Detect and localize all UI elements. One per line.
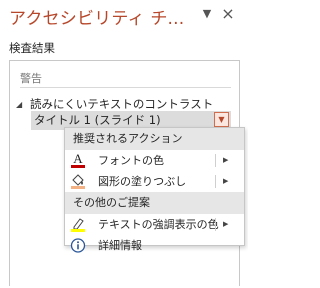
highlight-color-icon xyxy=(71,218,85,232)
menu-item-label: フォントの色 xyxy=(98,154,164,167)
menu-item-text-highlight-color[interactable]: テキストの強調表示の色 ▶ xyxy=(65,214,244,235)
info-icon xyxy=(70,238,86,253)
collapse-triangle-icon[interactable]: ◢ xyxy=(16,100,30,109)
inspection-results-label: 検査結果 xyxy=(9,41,55,55)
accessibility-checker-pane: アクセシビリティ チ... ▼ × 検査結果 警告 ◢ 読みにくいテキストのコント… xyxy=(0,0,248,288)
other-suggestions-header: その他のご提案 xyxy=(65,192,244,214)
shape-fill-icon xyxy=(71,174,85,189)
menu-item-shape-fill[interactable]: 図形の塗りつぶし ▶ xyxy=(65,171,244,192)
menu-item-more-info[interactable]: 詳細情報 xyxy=(65,235,244,256)
pane-options-chevron-icon[interactable]: ▼ xyxy=(200,4,214,24)
submenu-arrow-icon[interactable]: ▶ xyxy=(223,214,228,235)
menu-item-label: 図形の塗りつぶし xyxy=(98,175,187,188)
warnings-category-label: 警告 xyxy=(20,72,42,85)
recommended-actions-header: 推奨されるアクション xyxy=(65,128,244,150)
item-dropdown-button[interactable]: ▼ xyxy=(214,112,229,127)
menu-item-label: テキストの強調表示の色 xyxy=(98,218,219,231)
submenu-arrow-icon[interactable]: ▶ xyxy=(223,150,228,171)
split-divider xyxy=(215,175,216,188)
tree-item-label: タイトル 1 (スライド 1) xyxy=(34,113,161,127)
category-divider xyxy=(20,87,231,88)
pane-title: アクセシビリティ チ... xyxy=(9,9,185,29)
split-divider xyxy=(215,218,216,231)
tree-group-label: 読みにくいテキストのコントラスト xyxy=(30,97,214,111)
recommended-actions-menu: 推奨されるアクション A フォントの色 ▶ 図形の塗りつぶし ▶ その他のご提案 xyxy=(64,127,245,253)
split-divider xyxy=(215,154,216,167)
svg-text:A: A xyxy=(73,152,83,166)
tree-group-hard-to-read-contrast[interactable]: ◢ 読みにくいテキストのコントラスト xyxy=(16,96,213,112)
font-color-icon: A xyxy=(71,152,85,168)
menu-item-label: 詳細情報 xyxy=(98,239,142,252)
close-pane-button[interactable]: × xyxy=(220,4,236,24)
menu-item-font-color[interactable]: A フォントの色 ▶ xyxy=(65,150,244,171)
submenu-arrow-icon[interactable]: ▶ xyxy=(223,171,228,192)
